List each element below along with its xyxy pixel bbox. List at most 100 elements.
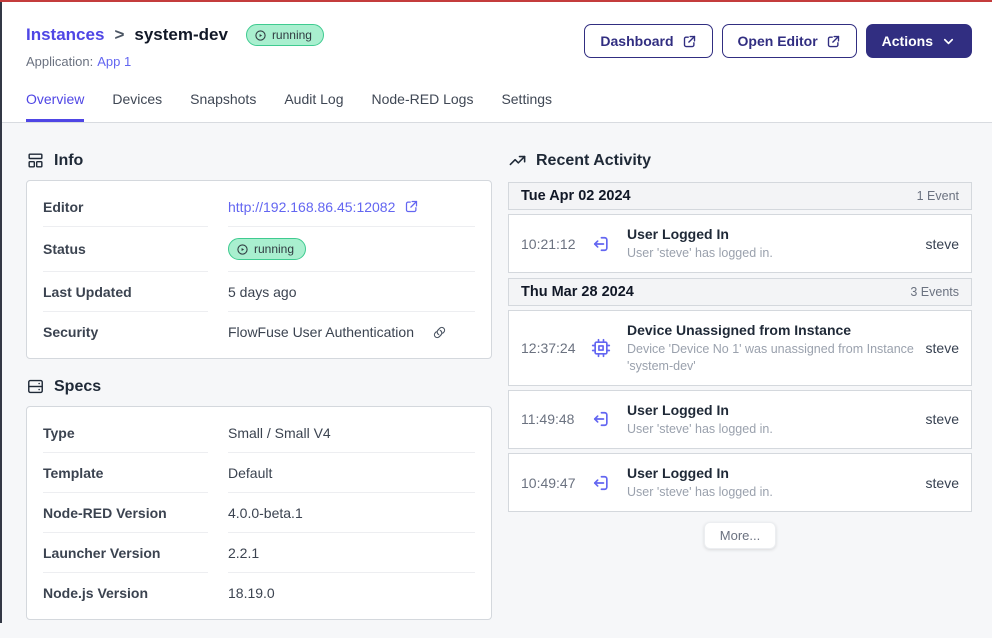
info-card: Editor http://192.168.86.45:12082 Status [26, 180, 492, 359]
event-user: steve [926, 340, 959, 356]
event-description: User 'steve' has logged in. [627, 484, 916, 500]
row-label: Last Updated [43, 272, 208, 312]
event-description: Device 'Device No 1' was unassigned from… [627, 341, 916, 374]
tab-snapshots[interactable]: Snapshots [190, 91, 256, 122]
template-grid-icon [26, 151, 45, 170]
server-icon [26, 377, 45, 396]
activity-event-row: 10:21:12 User Logged In User 'steve' has… [508, 214, 972, 273]
tab-settings[interactable]: Settings [501, 91, 552, 122]
activity-section-heading: Recent Activity [508, 151, 972, 170]
info-title: Info [54, 152, 83, 170]
event-title: User Logged In [627, 465, 916, 481]
status-badge: running [228, 238, 306, 260]
row-label: Security [43, 312, 208, 352]
activity-event-row: 10:49:47 User Logged In User 'steve' has… [508, 453, 972, 512]
chevron-down-icon [941, 34, 956, 49]
event-body: User Logged In User 'steve' has logged i… [627, 402, 926, 437]
more-wrap: More... [508, 522, 972, 549]
dashboard-button[interactable]: Dashboard [584, 24, 712, 58]
left-edge-strip [0, 2, 2, 623]
open-editor-button[interactable]: Open Editor [722, 24, 857, 58]
specs-row-nodejs-version: Node.js Version 18.19.0 [43, 573, 475, 613]
activity-event-count: 1 Event [917, 189, 959, 203]
trending-up-icon [508, 151, 527, 170]
external-link-icon [404, 199, 419, 214]
type-value: Small / Small V4 [228, 413, 475, 453]
tab-devices[interactable]: Devices [112, 91, 162, 122]
event-title: User Logged In [627, 226, 916, 242]
activity-date-header: Tue Apr 02 2024 1 Event [508, 182, 972, 210]
editor-url-text: http://192.168.86.45:12082 [228, 199, 395, 215]
activity-event-row: 11:49:48 User Logged In User 'steve' has… [508, 390, 972, 449]
chain-link-icon [432, 325, 447, 340]
activity-date: Thu Mar 28 2024 [521, 284, 634, 300]
play-circle-icon [236, 243, 249, 256]
application-line: Application: App 1 [26, 54, 324, 69]
activity-date: Tue Apr 02 2024 [521, 188, 631, 204]
info-row-last-updated: Last Updated 5 days ago [43, 272, 475, 312]
editor-url-link[interactable]: http://192.168.86.45:12082 [228, 199, 419, 215]
specs-title: Specs [54, 378, 101, 396]
info-row-security: Security FlowFuse User Authentication [43, 312, 475, 352]
specs-section-heading: Specs [26, 377, 492, 396]
row-label: Node-RED Version [43, 493, 208, 533]
cpu-chip-icon [591, 338, 611, 358]
login-arrow-icon [591, 409, 611, 429]
external-link-icon [682, 34, 697, 49]
event-body: User Logged In User 'steve' has logged i… [627, 226, 926, 261]
event-time: 10:49:47 [521, 475, 583, 491]
row-label: Type [43, 413, 208, 453]
row-label: Status [43, 227, 208, 272]
dashboard-button-label: Dashboard [600, 32, 673, 50]
security-link-button[interactable] [432, 325, 447, 340]
activity-group: Thu Mar 28 2024 3 Events 12:37:24 Device… [508, 278, 972, 512]
activity-event-count: 3 Events [910, 285, 959, 299]
actions-button-label: Actions [882, 32, 933, 50]
event-title: Device Unassigned from Instance [627, 322, 916, 338]
recent-activity-panel: Recent Activity Tue Apr 02 2024 1 Event … [508, 151, 972, 638]
specs-row-template: Template Default [43, 453, 475, 493]
info-row-status: Status running [43, 227, 475, 272]
activity-group: Tue Apr 02 2024 1 Event 10:21:12 User Lo… [508, 182, 972, 273]
template-value: Default [228, 453, 475, 493]
status-badge: running [246, 24, 324, 46]
specs-card: Type Small / Small V4 Template Default N… [26, 406, 492, 620]
page-title: system-dev [134, 25, 228, 45]
activity-title: Recent Activity [536, 152, 651, 170]
specs-row-type: Type Small / Small V4 [43, 413, 475, 453]
specs-row-node-red-version: Node-RED Version 4.0.0-beta.1 [43, 493, 475, 533]
status-badge-label: running [272, 28, 312, 42]
security-value: FlowFuse User Authentication [228, 324, 414, 340]
activity-date-header: Thu Mar 28 2024 3 Events [508, 278, 972, 306]
application-link[interactable]: App 1 [97, 54, 131, 69]
row-label: Node.js Version [43, 573, 208, 613]
left-column: Info Editor http://192.168.86.45:12082 S… [26, 151, 492, 638]
tab-bar: Overview Devices Snapshots Audit Log Nod… [26, 91, 972, 122]
event-body: User Logged In User 'steve' has logged i… [627, 465, 926, 500]
status-badge-label: running [254, 242, 294, 256]
open-editor-button-label: Open Editor [738, 32, 818, 50]
tab-overview[interactable]: Overview [26, 91, 84, 122]
breadcrumb: Instances > system-dev running [26, 24, 324, 46]
nodejs-version-value: 18.19.0 [228, 573, 475, 613]
event-body: Device Unassigned from Instance Device '… [627, 322, 926, 374]
info-section-heading: Info [26, 151, 492, 170]
application-label: Application: [26, 54, 93, 69]
event-title: User Logged In [627, 402, 916, 418]
event-time: 10:21:12 [521, 236, 583, 252]
main-content: Info Editor http://192.168.86.45:12082 S… [0, 123, 992, 638]
tab-audit-log[interactable]: Audit Log [284, 91, 343, 122]
event-time: 11:49:48 [521, 411, 583, 427]
row-label: Launcher Version [43, 533, 208, 573]
more-button[interactable]: More... [704, 522, 776, 549]
row-label: Editor [43, 187, 208, 227]
actions-button[interactable]: Actions [866, 24, 972, 58]
event-description: User 'steve' has logged in. [627, 421, 916, 437]
breadcrumb-instances-link[interactable]: Instances [26, 25, 104, 45]
specs-row-launcher-version: Launcher Version 2.2.1 [43, 533, 475, 573]
row-label: Template [43, 453, 208, 493]
login-arrow-icon [591, 234, 611, 254]
play-circle-icon [254, 29, 267, 42]
breadcrumb-separator-icon: > [114, 25, 124, 45]
tab-node-red-logs[interactable]: Node-RED Logs [372, 91, 474, 122]
